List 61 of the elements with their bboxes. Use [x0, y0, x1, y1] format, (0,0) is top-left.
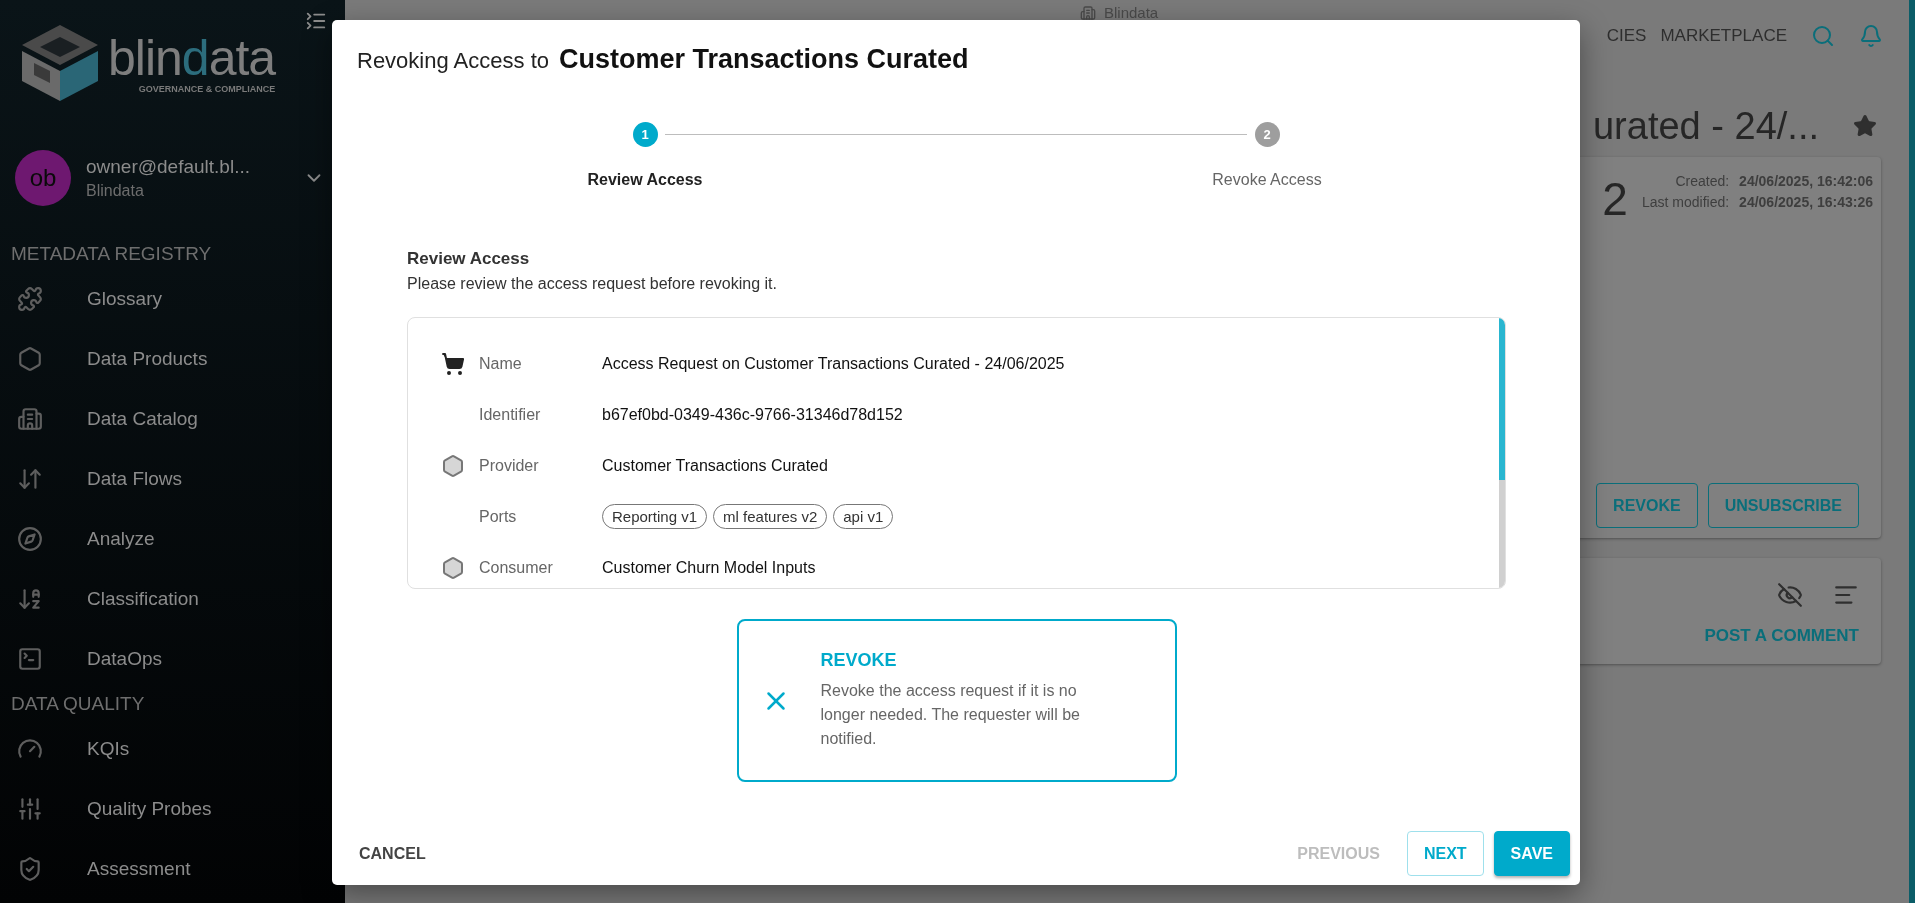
field-label: Identifier	[479, 405, 542, 424]
menu-item[interactable]: Data Catalog	[87, 408, 198, 430]
section-title: METADATA REGISTRY	[11, 243, 212, 265]
menu-item[interactable]: Classification	[87, 588, 199, 610]
field-value: b67ef0bd-0349-436c-9766-31346d78d152	[602, 405, 903, 424]
dialog-title: Revoking Access to	[357, 48, 549, 74]
section-title: DATA QUALITY	[11, 693, 145, 715]
menu-item-icon	[17, 586, 43, 612]
field-value: Customer Churn Model Inputs	[602, 558, 816, 577]
option-title: REVOKE	[820, 650, 898, 671]
eye-off-icon[interactable]	[1777, 582, 1803, 608]
dialog-subject: Customer Transactions Curated	[559, 44, 969, 75]
menu-item[interactable]: Quality Probes	[87, 798, 212, 820]
meta-label: Created:	[1674, 173, 1730, 189]
menu-item[interactable]: Data Products	[87, 348, 208, 370]
menu-item-icon	[17, 346, 43, 372]
field-value: Customer Transactions Curated	[602, 456, 828, 475]
field-label: Provider	[479, 456, 540, 475]
version-number: 2	[1602, 172, 1628, 227]
logo-text: blindata	[108, 32, 276, 84]
menu-item[interactable]: Assessment	[87, 858, 191, 880]
revoke-option[interactable]: REVOKE Revoke the access request if it is no longer needed. The requester will be notified.	[736, 619, 1177, 782]
tenant-name: Blindata	[86, 182, 145, 200]
meta-value: 24/06/2025, 16:42:06	[1739, 173, 1873, 189]
step-label[interactable]: Revoke Access	[1212, 171, 1322, 189]
menu-item[interactable]: Glossary	[87, 288, 162, 310]
hexagon-icon	[441, 453, 465, 478]
menu-item[interactable]: Data Flows	[87, 468, 183, 490]
section-subtitle: Please review the access request before revoking it.	[407, 275, 778, 293]
menu-item[interactable]: Analyze	[87, 528, 155, 550]
menu-item-icon	[17, 646, 43, 672]
meta-label: Last modified:	[1641, 194, 1730, 210]
menu-item-icon	[17, 466, 43, 492]
star-icon[interactable]	[1853, 114, 1877, 138]
page-title: urated - 24/...	[1593, 104, 1819, 148]
menu-item[interactable]: KQIs	[87, 738, 130, 760]
building-icon	[1080, 4, 1096, 21]
cart-icon	[441, 351, 465, 376]
section-heading: Review Access	[407, 249, 531, 269]
field-label: Ports	[479, 507, 518, 526]
hexagon-icon	[441, 555, 465, 580]
field-value: Access Request on Customer Transactions Curated - 24/06/2025	[602, 354, 1065, 373]
nav-link[interactable]: MARKETPLACE	[1660, 26, 1787, 46]
nav-link[interactable]: CIES	[1606, 26, 1647, 46]
field-label: Consumer	[479, 558, 554, 577]
menu-item-icon	[17, 856, 43, 882]
cancel-button[interactable]: CANCEL	[342, 831, 443, 876]
meta-value: 24/06/2025, 16:43:26	[1739, 194, 1873, 210]
step-label[interactable]: Review Access	[587, 171, 703, 189]
menu-item-icon	[17, 286, 43, 312]
collapse-menu-icon[interactable]	[305, 10, 327, 32]
scrollbar[interactable]	[1499, 318, 1505, 588]
logo-icon	[20, 23, 100, 103]
field-label: Name	[479, 354, 523, 373]
user-email: owner@default.bl...	[86, 156, 251, 178]
menu-item[interactable]: DataOps	[87, 648, 162, 670]
logo-tagline: GOVERNANCE & COMPLIANCE	[138, 84, 276, 94]
menu-item-icon	[17, 526, 43, 552]
option-description: Revoke the access request if it is no longer needed. The requester will be notified.	[820, 681, 1081, 749]
menu-item-icon	[17, 406, 43, 432]
menu-item-icon	[17, 796, 43, 822]
